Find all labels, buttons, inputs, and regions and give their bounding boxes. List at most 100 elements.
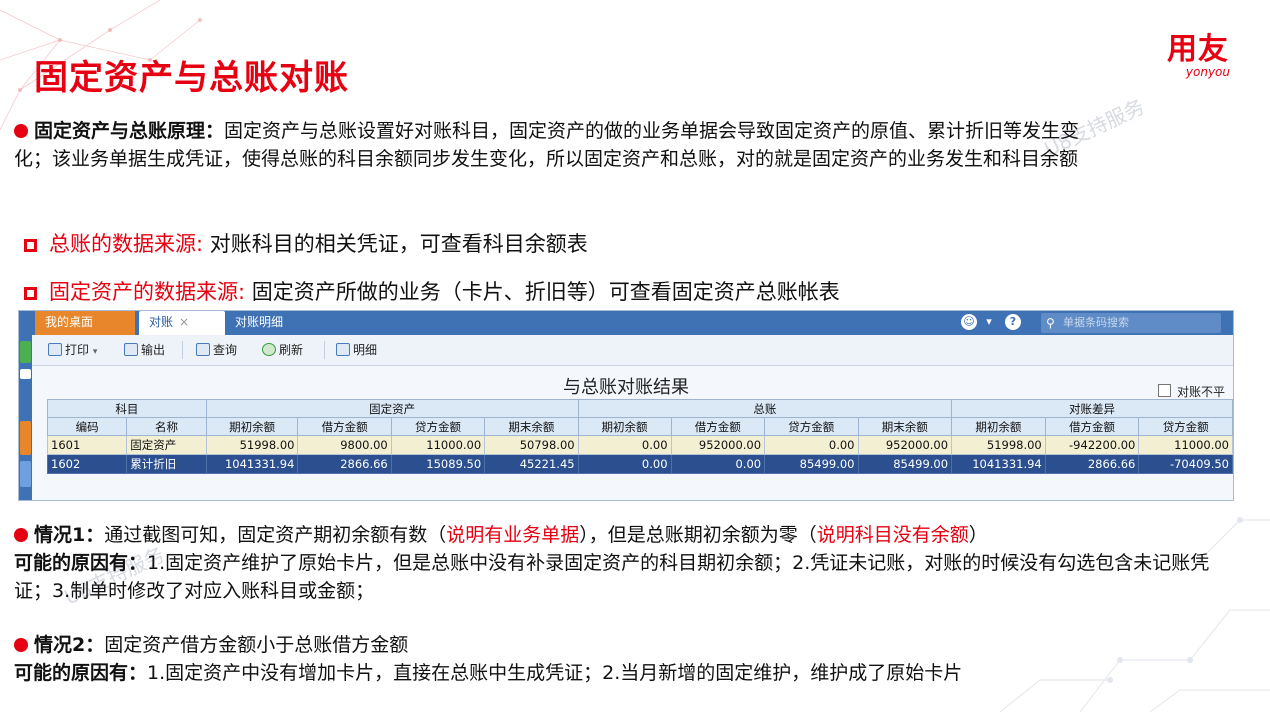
refresh-button[interactable]: 刷新 xyxy=(262,342,303,358)
detail-button[interactable]: 明细 xyxy=(336,342,377,358)
square-bullet-icon xyxy=(24,287,37,300)
table-cell: 51998.00 xyxy=(205,435,299,455)
tab-my-desktop[interactable]: 我的桌面 xyxy=(35,311,135,335)
table-cell: -70409.50 xyxy=(1138,454,1233,474)
group-header: 固定资产 xyxy=(205,399,579,418)
imbalance-checkbox[interactable]: 对账不平 xyxy=(1157,383,1225,400)
page-title: 固定资产与总账对账 xyxy=(34,58,349,98)
table-row-selected[interactable]: 1602 累计折旧 1041331.94 2866.66 15089.50 45… xyxy=(46,454,1233,474)
column-header[interactable]: 贷方金额 xyxy=(764,417,859,436)
dropdown-arrow-icon[interactable]: ▾ xyxy=(981,314,997,330)
column-header[interactable]: 贷方金额 xyxy=(390,417,486,436)
column-header[interactable]: 期末余额 xyxy=(857,417,953,436)
yonyou-logo: 用友 yonyou xyxy=(1166,32,1230,79)
case1-line: 情况1：通过截图可知，固定资产期初余额有数（说明有业务单据），但是总账期初余额为… xyxy=(14,521,1224,549)
case1-label: 情况1： xyxy=(34,524,105,546)
chevron-down-icon: ▾ xyxy=(92,347,98,357)
column-header[interactable]: 期初余额 xyxy=(205,417,299,436)
table-cell: 0.00 xyxy=(764,435,859,455)
table-row[interactable]: 1601 固定资产 51998.00 9800.00 11000.00 5079… xyxy=(46,435,1233,455)
table-cell: 0.00 xyxy=(577,454,672,474)
nav-block[interactable] xyxy=(20,341,31,363)
case2-text: 固定资产借方金额小于总账借方金额 xyxy=(104,634,409,656)
checkbox-label: 对账不平 xyxy=(1176,385,1225,399)
search-icon: ⚲ xyxy=(1046,316,1055,330)
query-icon xyxy=(196,343,210,356)
case1-highlight: 说明科目没有余额 xyxy=(816,524,969,546)
fa-source-line: 固定资产的数据来源: 固定资产所做的业务（卡片、折旧等）可查看固定资产总账帐表 xyxy=(24,276,840,306)
tab-reconcile-detail[interactable]: 对账明细 xyxy=(225,311,305,335)
column-header[interactable]: 期初余额 xyxy=(577,417,672,436)
detail-icon xyxy=(336,343,350,356)
case2-label: 情况2： xyxy=(34,634,105,656)
reason-label: 可能的原因有： xyxy=(14,552,148,574)
report-title: 与总账对账结果 xyxy=(563,377,689,398)
group-header: 科目 xyxy=(47,399,207,418)
print-button[interactable]: 打印 ▾ xyxy=(48,342,97,358)
reason2-text: 1.固定资产中没有增加卡片，直接在总账中生成凭证；2.当月新增的固定维护，维护成… xyxy=(147,662,963,684)
tab-label: 对账 xyxy=(149,315,174,329)
reason-label: 可能的原因有： xyxy=(14,662,148,684)
gl-source-label: 总账的数据来源: xyxy=(49,232,204,256)
column-header-row: 编码 名称 期初余额 借方金额 贷方金额 期末余额 期初余额 借方金额 贷方金额… xyxy=(46,417,1233,436)
column-header[interactable]: 期末余额 xyxy=(484,417,579,436)
bullet-dot-icon xyxy=(14,124,28,138)
button-label: 明细 xyxy=(353,343,378,357)
toolbar-divider xyxy=(182,341,183,359)
export-icon xyxy=(124,343,138,356)
nav-block[interactable] xyxy=(20,461,31,487)
left-nav-strip xyxy=(19,335,32,500)
smiley-icon[interactable]: ☺ xyxy=(961,314,977,330)
table-cell: 累计折旧 xyxy=(126,454,207,474)
logo-wordmark: yonyou xyxy=(1185,65,1230,79)
column-header[interactable]: 贷方金额 xyxy=(1138,417,1233,436)
case2-line: 情况2：固定资产借方金额小于总账借方金额 xyxy=(14,631,1224,659)
table-cell: 11000.00 xyxy=(1138,435,1233,455)
principle-label: 固定资产与总账原理： xyxy=(34,120,225,142)
button-label: 输出 xyxy=(141,343,166,357)
table-cell: 固定资产 xyxy=(126,435,207,455)
case1-text: ），但是总账期初余额为零（ xyxy=(579,524,817,546)
checkbox-icon[interactable] xyxy=(1157,384,1171,397)
column-header[interactable]: 借方金额 xyxy=(297,417,392,436)
table-cell: 2866.66 xyxy=(1044,454,1140,474)
barcode-search-input[interactable]: ⚲ 单据条码搜索 xyxy=(1041,313,1221,333)
group-header-row: 科目 固定资产 总账 对账差异 xyxy=(47,399,1233,418)
toolbar-divider xyxy=(324,341,325,359)
tab-label: 对账明细 xyxy=(235,315,284,329)
column-header[interactable]: 期初余额 xyxy=(951,417,1046,436)
close-icon[interactable]: × xyxy=(179,315,189,329)
case1-highlight: 说明有业务单据 xyxy=(446,524,580,546)
gl-source-text: 对账科目的相关凭证，可查看科目余额表 xyxy=(209,232,588,256)
refresh-icon xyxy=(262,343,276,356)
button-label: 查询 xyxy=(213,343,238,357)
fa-source-text: 固定资产所做的业务（卡片、折旧等）可查看固定资产总账帐表 xyxy=(251,280,840,304)
export-button[interactable]: 输出 xyxy=(124,342,165,358)
tab-reconcile[interactable]: 对账 × xyxy=(139,311,225,335)
table-cell: 2866.66 xyxy=(297,454,392,474)
table-cell: 11000.00 xyxy=(390,435,486,455)
reconciliation-table: 科目 固定资产 总账 对账差异 编码 名称 期初余额 借方金额 贷方金额 期末余… xyxy=(46,399,1233,474)
toolbar: 打印 ▾ 输出 查询 刷新 明细 xyxy=(32,335,1233,366)
query-button[interactable]: 查询 xyxy=(196,342,237,358)
table-cell: 1041331.94 xyxy=(951,454,1046,474)
table-cell: 50798.00 xyxy=(484,435,579,455)
column-header[interactable]: 名称 xyxy=(126,417,207,436)
table-cell: 952000.00 xyxy=(670,435,766,455)
group-header: 总账 xyxy=(577,399,953,418)
table-cell: 85499.00 xyxy=(764,454,859,474)
nav-block[interactable] xyxy=(20,421,31,455)
case1-text: 通过截图可知，固定资产期初余额有数（ xyxy=(104,524,447,546)
case1-text: ） xyxy=(968,524,988,546)
tab-bar: 我的桌面 对账 × 对账明细 ☺ ▾ ? ⚲ 单据条码搜索 xyxy=(19,311,1233,335)
help-icon[interactable]: ? xyxy=(1005,314,1021,330)
column-header[interactable]: 借方金额 xyxy=(670,417,766,436)
tab-label: 我的桌面 xyxy=(45,315,94,329)
search-placeholder: 单据条码搜索 xyxy=(1063,316,1129,329)
fa-source-label: 固定资产的数据来源: xyxy=(49,280,246,304)
table-cell: 15089.50 xyxy=(390,454,486,474)
column-header[interactable]: 借方金额 xyxy=(1044,417,1140,436)
column-header[interactable]: 编码 xyxy=(46,417,128,436)
logo-mark: 用友 xyxy=(1166,32,1229,67)
table-cell: -942200.00 xyxy=(1044,435,1140,455)
